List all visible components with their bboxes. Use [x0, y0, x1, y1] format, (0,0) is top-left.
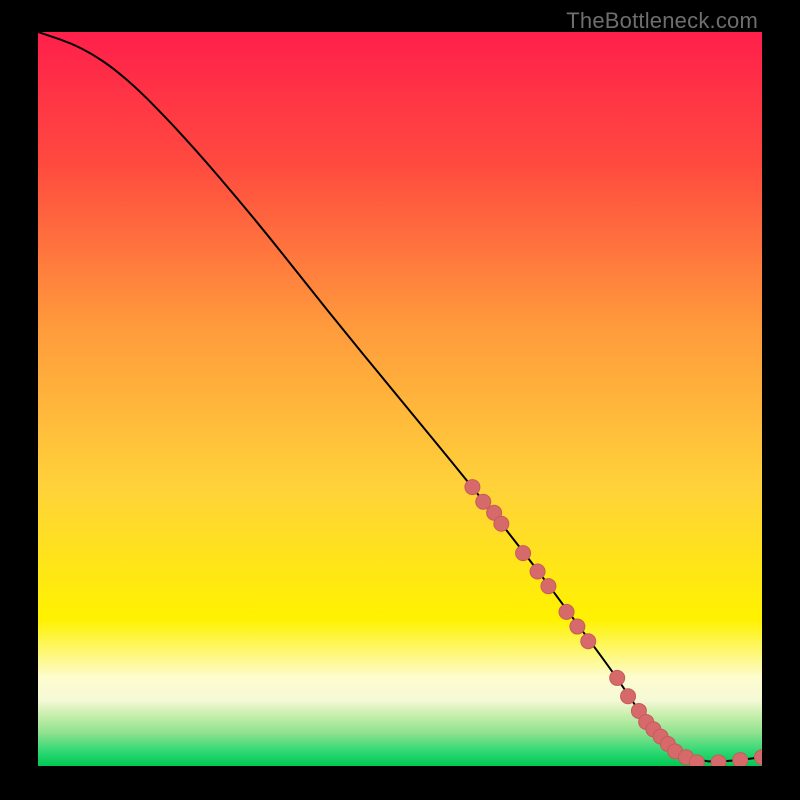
marker-dot: [733, 753, 748, 766]
marker-dot: [621, 689, 636, 704]
marker-dot: [570, 619, 585, 634]
marker-dot: [541, 579, 556, 594]
marker-dot: [465, 480, 480, 495]
marker-dot: [530, 564, 545, 579]
marker-dot: [689, 755, 704, 766]
marker-dot: [494, 516, 509, 531]
chart-frame: TheBottleneck.com: [0, 0, 800, 800]
marker-dot: [559, 604, 574, 619]
marker-dot: [476, 494, 491, 509]
marker-dot: [755, 750, 763, 765]
marker-dot: [610, 670, 625, 685]
marker-dot: [711, 755, 726, 766]
marker-dot: [581, 634, 596, 649]
plot-area: [38, 32, 762, 766]
marker-dot-group: [465, 480, 762, 766]
chart-svg: [38, 32, 762, 766]
marker-dot: [516, 546, 531, 561]
watermark-text: TheBottleneck.com: [566, 8, 758, 34]
bottleneck-curve-line: [38, 32, 762, 762]
